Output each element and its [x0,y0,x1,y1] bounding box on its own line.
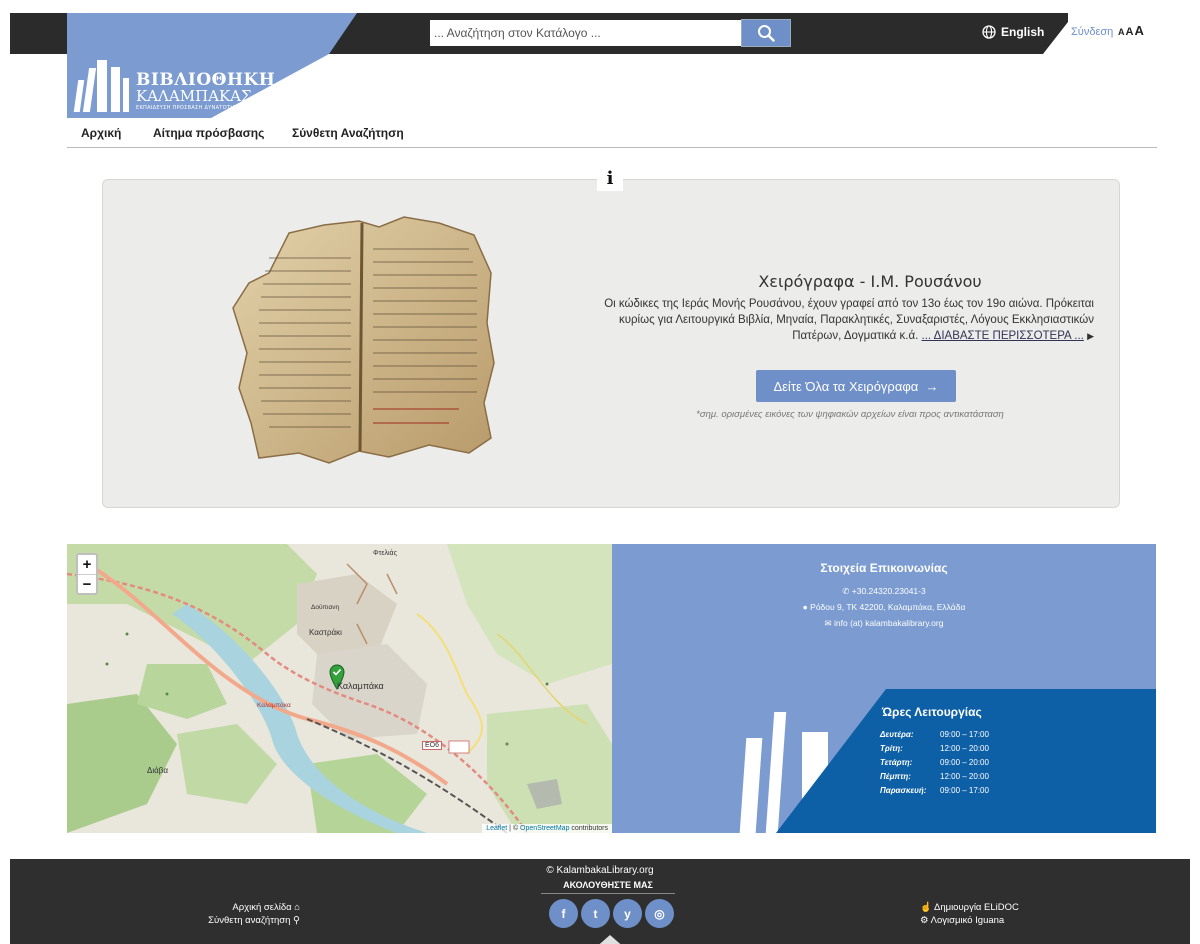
youtube-icon[interactable]: y [613,899,642,928]
hours-row: Τρίτη: 12:00 – 20:00 [880,744,989,753]
footer-link-iguana-label: Λογισμικό Iguana [930,915,1005,926]
hours-row: Τετάρτη: 09:00 – 20:00 [880,758,989,767]
search-button[interactable] [741,19,791,47]
envelope-icon: ✉ [824,618,832,628]
hours-day: Παρασκευή: [880,786,927,795]
hours-time: 12:00 – 20:00 [940,744,989,753]
globe-icon [982,25,996,39]
font-size-controls: AAA [1118,22,1145,40]
home-icon: ⌂ [294,902,300,913]
map-pin-icon: ● [802,602,808,612]
nav-advanced-search[interactable]: Σύνθετη Αναζήτηση [292,122,404,140]
footer-link-home-label: Αρχική σελίδα [232,902,292,913]
feature-title: Χειρόγραφα - Ι.Μ. Ρουσάνου [758,272,982,291]
logo-bars-icon [73,60,130,112]
hours-row: Παρασκευή: 09:00 – 17:00 [880,786,989,795]
phone-icon: ✆ [842,586,850,596]
font-size-large[interactable]: A [1134,23,1143,38]
contact-title: Στοιχεία Επικοινωνίας [820,561,948,575]
contact-phone: ✆ +30.24320.23041-3 [612,586,1156,597]
info-icon[interactable]: i [597,167,623,191]
feature-note: *σημ. ορισμένες εικόνες των ψηφιακών αρχ… [696,409,1004,420]
footer-link-home[interactable]: Αρχική σελίδα ⌂ [160,901,300,914]
logo-tagline: ΕΚΠΑΙΔΕΥΣΗ ΠΡΟΣΒΑΣΗ ΔΥΝΑΤΟΤΗΤΑ [136,105,242,111]
feature-description: Οι κώδικες της Ιεράς Μονής Ρουσάνου, έχο… [600,296,1094,344]
contact-email-value: info (at) kalambakalibrary.org [834,618,944,628]
hours-day: Πέμπτη: [880,772,911,781]
leaflet-link[interactable]: Leaflet [486,825,507,832]
zoom-in-button[interactable]: + [78,555,96,574]
attribution-suffix: contributors [571,825,608,832]
footer-link-iguana[interactable]: ⚙ Λογισμικό Iguana [920,914,1120,927]
scroll-to-top-icon[interactable] [594,935,626,944]
language-label: English [1001,25,1045,39]
manuscript-image[interactable] [229,213,499,471]
hours-time: 12:00 – 20:00 [940,772,989,781]
map-label-kalampaka: Καλαμπάκα [337,681,384,691]
view-all-manuscripts-button[interactable]: Δείτε Όλα τα Χειρόγραφα → [756,370,956,402]
footer-link-advanced-search-label: Σύνθετη αναζήτηση [208,915,291,926]
contact-phone-value: +30.24320.23041-3 [851,586,926,596]
footer: © KalambakaLibrary.org ΑΚΟΛΟΥΘΗΣΤΕ ΜΑΣ f… [10,859,1190,944]
hours-time: 09:00 – 17:00 [940,730,989,739]
location-map[interactable]: Καλαμπάκα Καστράκι Διάβα ΕΟ6 Φτελιάς Δού… [67,544,612,833]
map-attribution: Leaflet | © OpenStreetMap contributors [482,824,612,833]
library-logo[interactable]: ΒΙΒΛΙΟΘΗΚΗ ΚΑΛΑΜΠΑΚΑΣ ΕΚΠΑΙΔΕΥΣΗ ΠΡΟΣΒΑΣ… [73,60,275,116]
footer-link-elidoc[interactable]: ☝ Δημιουργία ELiDOC [920,901,1120,914]
hours-time: 09:00 – 17:00 [940,786,989,795]
facebook-icon[interactable]: f [549,899,578,928]
footer-link-elidoc-label: Δημιουργία ELiDOC [933,902,1019,913]
search-icon [758,25,775,42]
thumbs-up-icon: ☝ [920,902,932,913]
hours-row: Δευτέρα: 09:00 – 17:00 [880,730,989,739]
osm-link[interactable]: OpenStreetMap [520,825,569,832]
logo-banner-top [67,13,357,54]
footer-link-advanced-search[interactable]: Σύνθετη αναζήτηση ⚲ [160,914,300,927]
zoom-out-button[interactable]: − [78,574,96,593]
map-label-kalampaka-road: Καλαμπάκα [257,702,291,709]
main-nav: Αρχική Αίτημα πρόσβασης Σύνθετη Αναζήτησ… [67,122,1157,148]
nav-access-request[interactable]: Αίτημα πρόσβασης [153,122,264,140]
map-label-kastraki: Καστράκι [309,628,342,637]
font-size-small[interactable]: A [1118,27,1125,37]
contact-address: ● Ρόδου 9, ΤΚ 42200, Καλαμπάκα, Ελλάδα [612,602,1156,612]
nav-home[interactable]: Αρχική [81,122,121,140]
play-icon: ▶ [1087,331,1094,341]
login-link[interactable]: Σύνδεση [1071,26,1113,38]
language-switch[interactable]: English [982,25,1044,39]
hours-day: Δευτέρα: [880,730,914,739]
contact-address-value: Ρόδου 9, ΤΚ 42200, Καλαμπάκα, Ελλάδα [810,602,966,612]
hours-time: 09:00 – 20:00 [940,758,989,767]
instagram-icon[interactable]: ◎ [645,899,674,928]
logo-title-line2: ΚΑΛΑΜΠΑΚΑΣ [136,87,252,105]
map-label-fylakes: Φτελιάς [373,550,397,557]
hours-title: Ώρες Λειτουργίας [882,705,982,719]
map-label-doupiani: Δούπιανη [311,604,340,611]
catalog-search-input[interactable] [430,20,742,46]
arrow-right-icon: → [921,378,939,394]
twitter-icon[interactable]: t [581,899,610,928]
hours-day: Τετάρτη: [880,758,913,767]
contact-email[interactable]: ✉ info (at) kalambakalibrary.org [612,618,1156,629]
map-label-e06: ΕΟ6 [422,741,443,750]
footer-follow-title: ΑΚΟΛΟΥΘΗΣΤΕ ΜΑΣ [541,880,675,894]
footer-copyright: © KalambakaLibrary.org [546,865,654,876]
read-more-link[interactable]: ... ΔΙΑΒΑΣΤΕ ΠΕΡΙΣΣΟΤΕΡΑ ... [922,330,1084,342]
social-links: f t y ◎ [549,899,674,928]
hours-row: Πέμπτη: 12:00 – 20:00 [880,772,989,781]
map-zoom-controls: + − [76,553,98,595]
search-icon: ⚲ [293,915,300,926]
hours-day: Τρίτη: [880,744,903,753]
font-size-medium[interactable]: A [1126,26,1134,38]
view-all-label: Δείτε Όλα τα Χειρόγραφα [773,378,919,394]
map-label-diava: Διάβα [147,766,168,775]
footer-left-links: Αρχική σελίδα ⌂ Σύνθετη αναζήτηση ⚲ [160,901,300,927]
cogs-icon: ⚙ [920,915,929,926]
footer-right-links: ☝ Δημιουργία ELiDOC ⚙ Λογισμικό Iguana [920,901,1120,927]
contact-panel: Στοιχεία Επικοινωνίας ✆ +30.24320.23041-… [612,544,1156,833]
